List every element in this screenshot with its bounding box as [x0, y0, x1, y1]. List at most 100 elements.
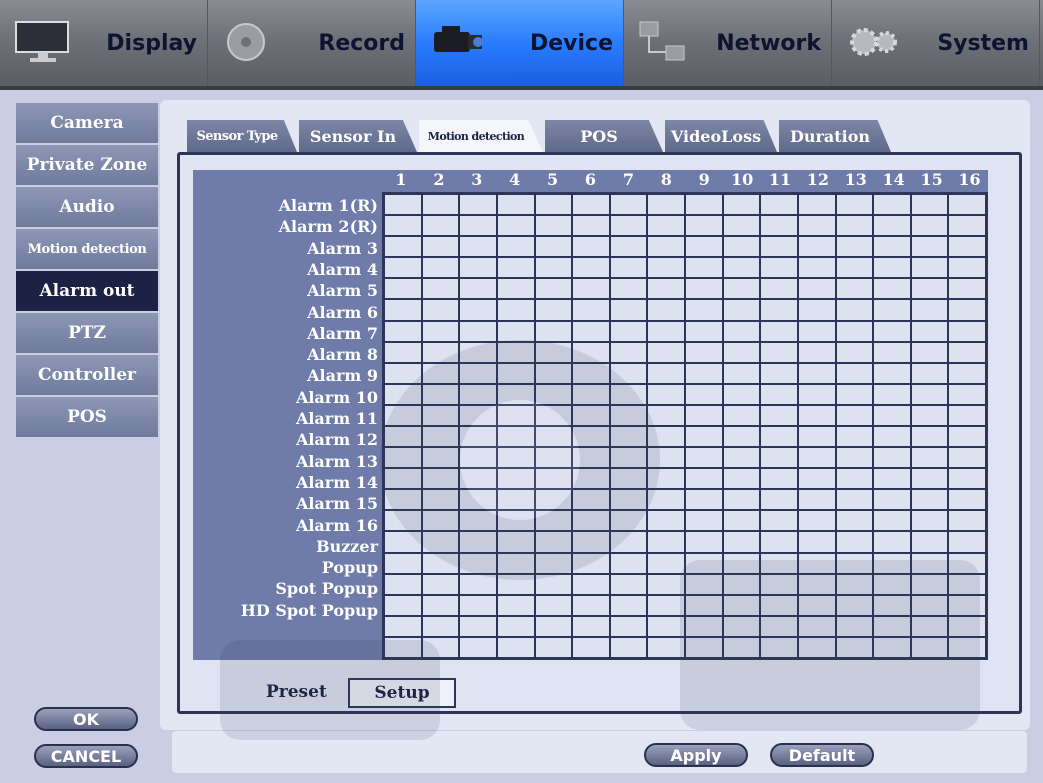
grid-cell[interactable] — [572, 383, 610, 405]
nav-display[interactable]: Display — [0, 0, 208, 86]
grid-cell[interactable] — [873, 236, 911, 258]
grid-cell[interactable] — [647, 552, 685, 574]
grid-cell[interactable] — [572, 236, 610, 258]
grid-cell[interactable] — [421, 489, 460, 511]
grid-cell[interactable] — [760, 489, 798, 511]
tab-motion-detection[interactable]: Motion detection — [419, 120, 543, 152]
grid-cell[interactable] — [647, 341, 685, 363]
grid-cell[interactable] — [760, 383, 798, 405]
grid-cell[interactable] — [572, 362, 610, 384]
grid-cell[interactable] — [760, 468, 798, 490]
grid-cell[interactable] — [534, 489, 573, 511]
grid-cell[interactable] — [459, 257, 497, 279]
grid-cell[interactable] — [797, 278, 836, 300]
grid-cell[interactable] — [948, 552, 986, 574]
grid-cell[interactable] — [421, 215, 460, 237]
grid-cell[interactable] — [534, 383, 573, 405]
grid-cell[interactable] — [948, 468, 986, 490]
grid-cell[interactable] — [496, 299, 535, 321]
grid-cell[interactable] — [609, 489, 648, 511]
grid-cell[interactable] — [384, 615, 422, 637]
grid-cell[interactable] — [835, 510, 874, 532]
grid-cell[interactable] — [534, 468, 573, 490]
grid-cell[interactable] — [910, 510, 949, 532]
tab-videoloss[interactable]: VideoLoss — [665, 120, 777, 152]
grid-cell[interactable] — [496, 573, 535, 595]
grid-cell[interactable] — [496, 426, 535, 448]
grid-cell[interactable] — [910, 257, 949, 279]
grid-cell[interactable] — [459, 615, 497, 637]
sidebar-item-pos[interactable]: POS — [16, 397, 158, 437]
grid-cell[interactable] — [910, 552, 949, 574]
grid-cell[interactable] — [534, 426, 573, 448]
grid-cell[interactable] — [948, 257, 986, 279]
grid-cell[interactable] — [873, 404, 911, 426]
grid-cell[interactable] — [835, 278, 874, 300]
sidebar-item-motion-detection[interactable]: Motion detection — [16, 229, 158, 269]
sidebar-item-private-zone[interactable]: Private Zone — [16, 145, 158, 185]
grid-cell[interactable] — [797, 383, 836, 405]
grid-cell[interactable] — [910, 531, 949, 553]
grid-cell[interactable] — [609, 236, 648, 258]
grid-cell[interactable] — [647, 447, 685, 469]
grid-cell[interactable] — [685, 426, 723, 448]
grid-cell[interactable] — [797, 552, 836, 574]
setup-button[interactable]: Setup — [348, 678, 456, 708]
grid-cell[interactable] — [459, 320, 497, 342]
grid-cell[interactable] — [910, 278, 949, 300]
grid-cell[interactable] — [421, 278, 460, 300]
grid-cell[interactable] — [873, 573, 911, 595]
grid-cell[interactable] — [609, 615, 648, 637]
grid-cell[interactable] — [534, 531, 573, 553]
grid-cell[interactable] — [797, 362, 836, 384]
sidebar-item-audio[interactable]: Audio — [16, 187, 158, 227]
grid-cell[interactable] — [948, 615, 986, 637]
grid-cell[interactable] — [835, 615, 874, 637]
grid-cell[interactable] — [609, 468, 648, 490]
grid-cell[interactable] — [685, 362, 723, 384]
grid-cell[interactable] — [760, 320, 798, 342]
grid-cell[interactable] — [572, 468, 610, 490]
grid-cell[interactable] — [647, 531, 685, 553]
grid-cell[interactable] — [534, 594, 573, 616]
grid-cell[interactable] — [384, 404, 422, 426]
grid-cell[interactable] — [647, 426, 685, 448]
apply-button[interactable]: Apply — [644, 743, 748, 767]
grid-cell[interactable] — [421, 594, 460, 616]
grid-cell[interactable] — [873, 468, 911, 490]
grid-cell[interactable] — [496, 341, 535, 363]
grid-cell[interactable] — [459, 236, 497, 258]
grid-cell[interactable] — [797, 299, 836, 321]
grid-cell[interactable] — [459, 468, 497, 490]
grid-cell[interactable] — [910, 383, 949, 405]
grid-cell[interactable] — [910, 489, 949, 511]
grid-cell[interactable] — [835, 194, 874, 216]
cancel-button[interactable]: CANCEL — [34, 744, 138, 768]
grid-cell[interactable] — [384, 194, 422, 216]
grid-cell[interactable] — [873, 341, 911, 363]
grid-cell[interactable] — [797, 236, 836, 258]
grid-cell[interactable] — [685, 468, 723, 490]
grid-cell[interactable] — [496, 383, 535, 405]
grid-cell[interactable] — [797, 510, 836, 532]
grid-cell[interactable] — [948, 383, 986, 405]
grid-cell[interactable] — [910, 299, 949, 321]
grid-cell[interactable] — [685, 510, 723, 532]
grid-cell[interactable] — [609, 383, 648, 405]
grid-cell[interactable] — [910, 215, 949, 237]
grid-cell[interactable] — [873, 594, 911, 616]
grid-cell[interactable] — [873, 362, 911, 384]
grid-cell[interactable] — [647, 594, 685, 616]
grid-cell[interactable] — [384, 426, 422, 448]
grid-cell[interactable] — [797, 341, 836, 363]
grid-cell[interactable] — [384, 636, 422, 658]
grid-cell[interactable] — [609, 531, 648, 553]
grid-cell[interactable] — [722, 320, 761, 342]
grid-cell[interactable] — [722, 215, 761, 237]
grid-cell[interactable] — [722, 552, 761, 574]
grid-cell[interactable] — [647, 383, 685, 405]
grid-cell[interactable] — [797, 468, 836, 490]
grid-cell[interactable] — [948, 320, 986, 342]
nav-record[interactable]: Record — [208, 0, 416, 86]
grid-cell[interactable] — [835, 215, 874, 237]
